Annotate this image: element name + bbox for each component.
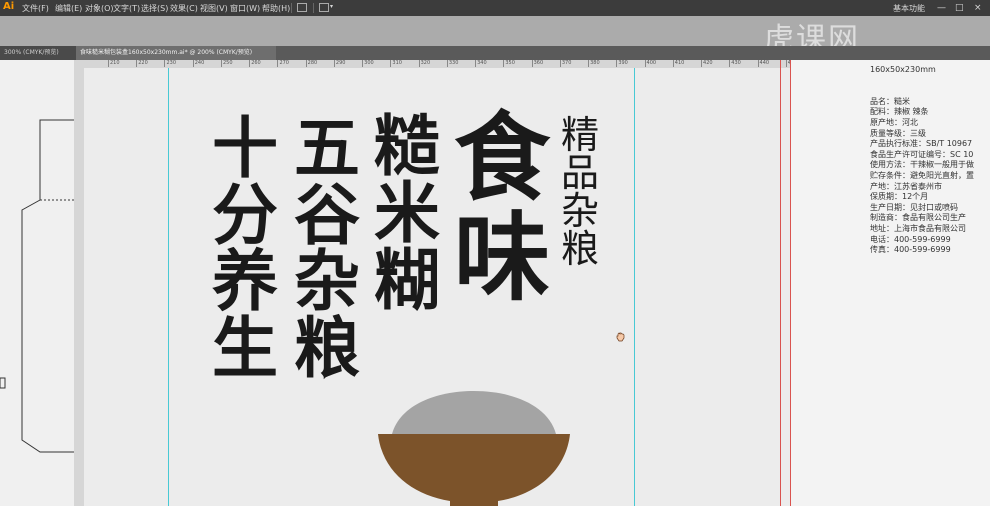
ruler-tick-label: 390 [616,60,628,67]
info-line: 保质期：12个月 [870,192,929,202]
menu-window[interactable]: 窗口(W) [230,3,260,14]
menu-effect[interactable]: 效果(C) [170,3,198,14]
info-line: 电话：400-599-6999 [870,234,951,244]
ruler-tick-label: 430 [729,60,741,67]
subtitle-char: 品 [560,151,599,195]
ruler-tick-label: 270 [277,60,289,67]
info-line: 产品执行标准：SB/T 10967 [870,139,973,149]
info-line: 质量等级：三级 [870,128,926,138]
headline-char: 杂 [294,243,360,320]
info-line: 产地：江苏省泰州市 [870,181,942,191]
menu-select[interactable]: 选择(S) [141,3,168,14]
headline-char: 十 [212,110,278,187]
ruler-tick-label: 410 [672,60,685,67]
bridge-icon[interactable] [297,3,307,12]
info-line: 贮存条件：避免阳光直射，置 [870,170,974,180]
close-button[interactable]: × [974,3,982,13]
info-line: 生产日期：见封口或喷码 [870,202,958,212]
bleed-line [790,60,791,506]
headline-char: 分 [212,176,278,254]
ruler-tick-label: 250 [220,60,233,67]
guide-line[interactable] [168,68,169,506]
app-logo: Ai [3,1,15,12]
menu-edit[interactable]: 编辑(E) [55,3,82,14]
document-tab-bar: 300% (CMYK/预览) 食味糙米糊包装盒160x50x230mm.ai* … [0,46,990,60]
brand-char: 味 [454,202,550,314]
ruler-tick-label: 380 [588,60,600,67]
info-line: 传真：400-599-6999 [870,245,951,255]
ruler-tick-label: 240 [192,60,205,67]
subtitle-char: 杂 [560,189,599,233]
menu-type[interactable]: 文字(T) [113,3,140,14]
left-document-view[interactable] [0,60,75,506]
headline-char: 糙 [374,108,440,185]
subtitle-char: 精 [560,113,599,157]
info-line: 食品生产许可证编号：SC 10 [870,149,974,159]
tab-document-2[interactable]: 食味糙米糊包装盒160x50x230mm.ai* @ 200% (CMYK/预览… [76,46,276,60]
menu-separator [313,3,314,13]
arrange-documents-icon[interactable] [319,3,329,12]
subtitle-char: 粮 [560,227,599,271]
info-line: 160x50x230mm [870,65,936,74]
guide-line[interactable] [634,68,635,506]
ruler-tick-label: 220 [136,60,148,67]
info-line: 原产地：河北 [870,117,918,127]
info-line: 制造商：食品有限公司生产 [870,213,966,223]
ruler-tick-label: 260 [249,60,261,67]
menu-separator [291,3,292,13]
headline-char: 粮 [294,309,360,387]
ruler-tick-label: 350 [503,60,515,67]
bowl-shape[interactable] [378,434,570,506]
ruler-tick-label: 330 [446,60,459,67]
info-line [870,76,990,87]
bowl-illustration[interactable] [376,391,572,506]
headline-char: 糊 [374,242,440,319]
tab-document-1[interactable]: 300% (CMYK/预览) [0,46,76,60]
ruler-tick-label: 440 [757,60,770,67]
headline-char: 米 [374,175,440,252]
info-line: 使用方法：干辣椒一般用于做 [870,160,974,170]
text-wugu-zaliang[interactable]: 五 谷 杂 粮 [293,116,361,382]
text-brand-shiwei[interactable]: 食 味 [452,110,552,310]
headline-char: 养 [212,243,278,320]
hand-cursor-icon [616,332,625,342]
ruler-tick-label: 290 [333,60,346,67]
ruler-tick-label: 280 [305,60,318,67]
text-shiyang-sheng[interactable]: 十 分 养 生 [212,116,278,382]
headline-char: 五 [294,110,360,187]
info-line [870,86,990,97]
product-info-block[interactable]: 160x50x230mm 品名：糙米 配料：辣椒 辣条 原产地：河北 质量等级：… [870,65,990,256]
text-caomi-hu[interactable]: 糙 米 糊 [373,114,441,315]
chevron-down-icon[interactable]: ▾ [330,3,333,10]
menu-object[interactable]: 对象(O) [85,3,114,14]
info-line: 品名：糙米 [870,96,910,106]
menu-file[interactable]: 文件(F) [22,3,49,14]
ruler-tick-label: 230 [164,60,177,67]
info-line: 地址：上海市食品有限公司 [870,223,966,233]
ruler-tick-label: 320 [418,60,431,67]
text-jingpin-zaliang[interactable]: 精 品 杂 粮 [558,116,602,268]
ruler-tick-label: 210 [108,60,120,67]
ruler-tick-label: 400 [644,60,657,67]
ruler-tick-label: 420 [701,60,713,67]
ruler-tick-label: 310 [390,60,402,67]
info-line: 配料：辣椒 辣条 [870,107,929,117]
minimize-button[interactable]: — [937,3,946,13]
bleed-line [780,60,781,506]
menu-help[interactable]: 帮助(H) [262,3,290,14]
workspace-switcher[interactable]: 基本功能 [893,3,925,14]
ruler-tick-label: 300 [362,60,374,67]
rice-mound-shape[interactable] [392,391,556,434]
headline-char: 谷 [294,176,360,254]
maximize-button[interactable]: □ [955,3,964,13]
headline-char: 生 [212,309,278,387]
ruler-tick-label: 370 [559,60,572,67]
ruler-tick-label: 360 [531,60,544,67]
dieline-outline [0,119,75,453]
brand-char: 食 [454,102,550,214]
menu-view[interactable]: 视图(V) [200,3,228,14]
ruler-tick-label: 340 [475,60,487,67]
